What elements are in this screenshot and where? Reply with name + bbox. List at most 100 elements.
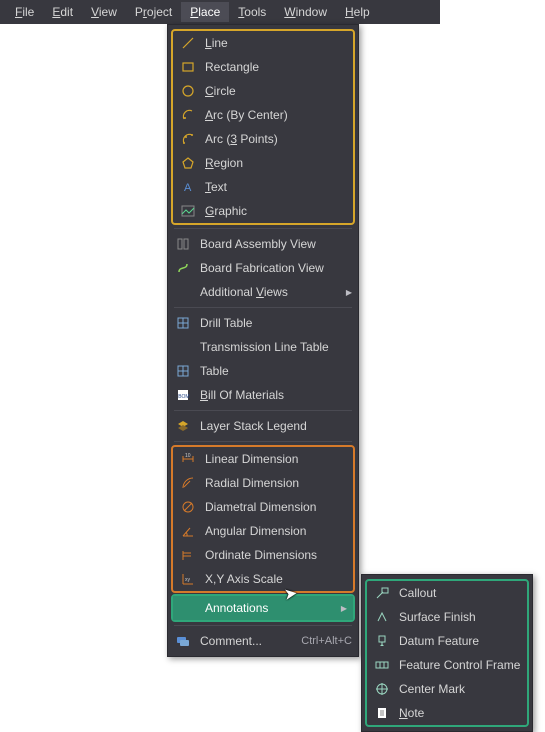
menu-window[interactable]: Window — [275, 2, 336, 22]
menuitem-label: Note — [399, 706, 521, 720]
menuitem-angular-dimension[interactable]: Angular Dimension — [173, 519, 353, 543]
bom-icon: BOM — [174, 387, 192, 403]
menuitem-transmission-line-table[interactable]: Transmission Line Table — [168, 335, 358, 359]
separator — [174, 307, 352, 308]
menuitem-label: Line — [205, 36, 347, 50]
menuitem-label: Board Fabrication View — [200, 261, 352, 275]
board-fab-icon — [174, 260, 192, 276]
note-icon — [373, 705, 391, 721]
menuitem-label: Ordinate Dimensions — [205, 548, 347, 562]
menuitem-comment-[interactable]: Comment... Ctrl+Alt+C — [168, 629, 358, 653]
menuitem-annotations[interactable]: Annotations▶ — [173, 596, 353, 620]
menuitem-table[interactable]: Table — [168, 359, 358, 383]
line-icon — [179, 35, 197, 51]
menuitem-callout[interactable]: Callout — [367, 581, 527, 605]
place-dropdown: Line Rectangle Circle Arc (By Center) Arc (3… — [167, 24, 359, 657]
dim-ang-icon — [179, 523, 197, 539]
menuitem-radial-dimension[interactable]: Radial Dimension — [173, 471, 353, 495]
menuitem-layer-stack-legend[interactable]: Layer Stack Legend — [168, 414, 358, 438]
menuitem-feature-control-frame[interactable]: Feature Control Frame — [367, 653, 527, 677]
dim-dia-icon — [179, 499, 197, 515]
menu-help[interactable]: Help — [336, 2, 379, 22]
menuitem-diametral-dimension[interactable]: Diametral Dimension — [173, 495, 353, 519]
grid-icon — [174, 315, 192, 331]
menu-edit[interactable]: Edit — [43, 2, 82, 22]
annotations-submenu: CalloutSurface Finish Datum Feature Featur… — [361, 574, 533, 732]
menuitem-arc-by-center-[interactable]: Arc (By Center) — [173, 103, 353, 127]
menuitem-label: Bill Of Materials — [200, 388, 352, 402]
region-icon — [179, 155, 197, 171]
menuitem-label: Feature Control Frame — [399, 658, 521, 672]
circle-icon — [179, 83, 197, 99]
menuitem-arc-3-points-[interactable]: Arc (3 Points) — [173, 127, 353, 151]
menuitem-note[interactable]: Note — [367, 701, 527, 725]
menuitem-datum-feature[interactable]: Datum Feature — [367, 629, 527, 653]
arc-center-icon — [179, 107, 197, 123]
separator — [174, 625, 352, 626]
menu-view[interactable]: View — [82, 2, 126, 22]
menuitem-label: Comment... — [200, 634, 293, 648]
menuitem-label: Drill Table — [200, 316, 352, 330]
menu-file[interactable]: File — [6, 2, 43, 22]
menuitem-label: Region — [205, 156, 347, 170]
menuitem-board-assembly-view[interactable]: Board Assembly View — [168, 232, 358, 256]
menuitem-bill-of-materials[interactable]: BOM Bill Of Materials — [168, 383, 358, 407]
shortcut-label: Ctrl+Alt+C — [301, 635, 352, 647]
menu-tools[interactable]: Tools — [229, 2, 275, 22]
menuitem-label: Rectangle — [205, 60, 347, 74]
layers-icon — [174, 418, 192, 434]
datum-icon — [373, 633, 391, 649]
menuitem-label: Annotations — [205, 601, 347, 615]
menu-place[interactable]: Place — [181, 2, 229, 22]
menuitem-label: Center Mark — [399, 682, 521, 696]
comment-icon — [174, 633, 192, 649]
group-annotations: Annotations▶ — [171, 594, 355, 622]
menuitem-label: Radial Dimension — [205, 476, 347, 490]
menuitem-label: Additional Views — [200, 285, 352, 299]
text-icon: A — [179, 179, 197, 195]
menuitem-surface-finish[interactable]: Surface Finish — [367, 605, 527, 629]
board-asm-icon — [174, 236, 192, 252]
menuitem-center-mark[interactable]: Center Mark — [367, 677, 527, 701]
group-annotations-sub: CalloutSurface Finish Datum Feature Featur… — [365, 579, 529, 727]
menuitem-label: Arc (3 Points) — [205, 132, 347, 146]
menuitem-additional-views[interactable]: Additional Views▶ — [168, 280, 358, 304]
menuitem-region[interactable]: Region — [173, 151, 353, 175]
menuitem-circle[interactable]: Circle — [173, 79, 353, 103]
menuitem-linear-dimension[interactable]: 10Linear Dimension — [173, 447, 353, 471]
svg-text:A: A — [184, 182, 192, 194]
submenu-arrow-icon: ▶ — [341, 604, 347, 613]
graphic-icon — [179, 203, 197, 219]
menubar: File Edit View Project Place Tools Windo… — [0, 0, 440, 24]
menuitem-board-fabrication-view[interactable]: Board Fabrication View — [168, 256, 358, 280]
menuitem-label: Datum Feature — [399, 634, 521, 648]
menuitem-x-y-axis-scale[interactable]: xyX,Y Axis Scale — [173, 567, 353, 591]
grid-icon — [174, 363, 192, 379]
menuitem-label: Circle — [205, 84, 347, 98]
menuitem-line[interactable]: Line — [173, 31, 353, 55]
dim-xy-icon: xy — [179, 571, 197, 587]
menuitem-label: Angular Dimension — [205, 524, 347, 538]
menuitem-rectangle[interactable]: Rectangle — [173, 55, 353, 79]
fcf-icon — [373, 657, 391, 673]
svg-text:BOM: BOM — [178, 394, 189, 400]
menuitem-label: Text — [205, 180, 347, 194]
arc-3pt-icon — [179, 131, 197, 147]
callout-icon — [373, 585, 391, 601]
dim-rad-icon — [179, 475, 197, 491]
svg-text:xy: xy — [185, 577, 191, 583]
menuitem-label: Board Assembly View — [200, 237, 352, 251]
menuitem-text[interactable]: A Text — [173, 175, 353, 199]
blank-icon — [179, 600, 197, 616]
menuitem-graphic[interactable]: Graphic — [173, 199, 353, 223]
svg-text:10: 10 — [185, 453, 191, 459]
blank-icon — [174, 284, 192, 300]
submenu-arrow-icon: ▶ — [346, 288, 352, 297]
surface-icon — [373, 609, 391, 625]
menuitem-ordinate-dimensions[interactable]: Ordinate Dimensions — [173, 543, 353, 567]
dim-ord-icon — [179, 547, 197, 563]
group-dimensions: 10Linear Dimension Radial Dimension Diamet… — [171, 445, 355, 593]
separator — [174, 410, 352, 411]
menuitem-drill-table[interactable]: Drill Table — [168, 311, 358, 335]
menu-project[interactable]: Project — [126, 2, 181, 22]
